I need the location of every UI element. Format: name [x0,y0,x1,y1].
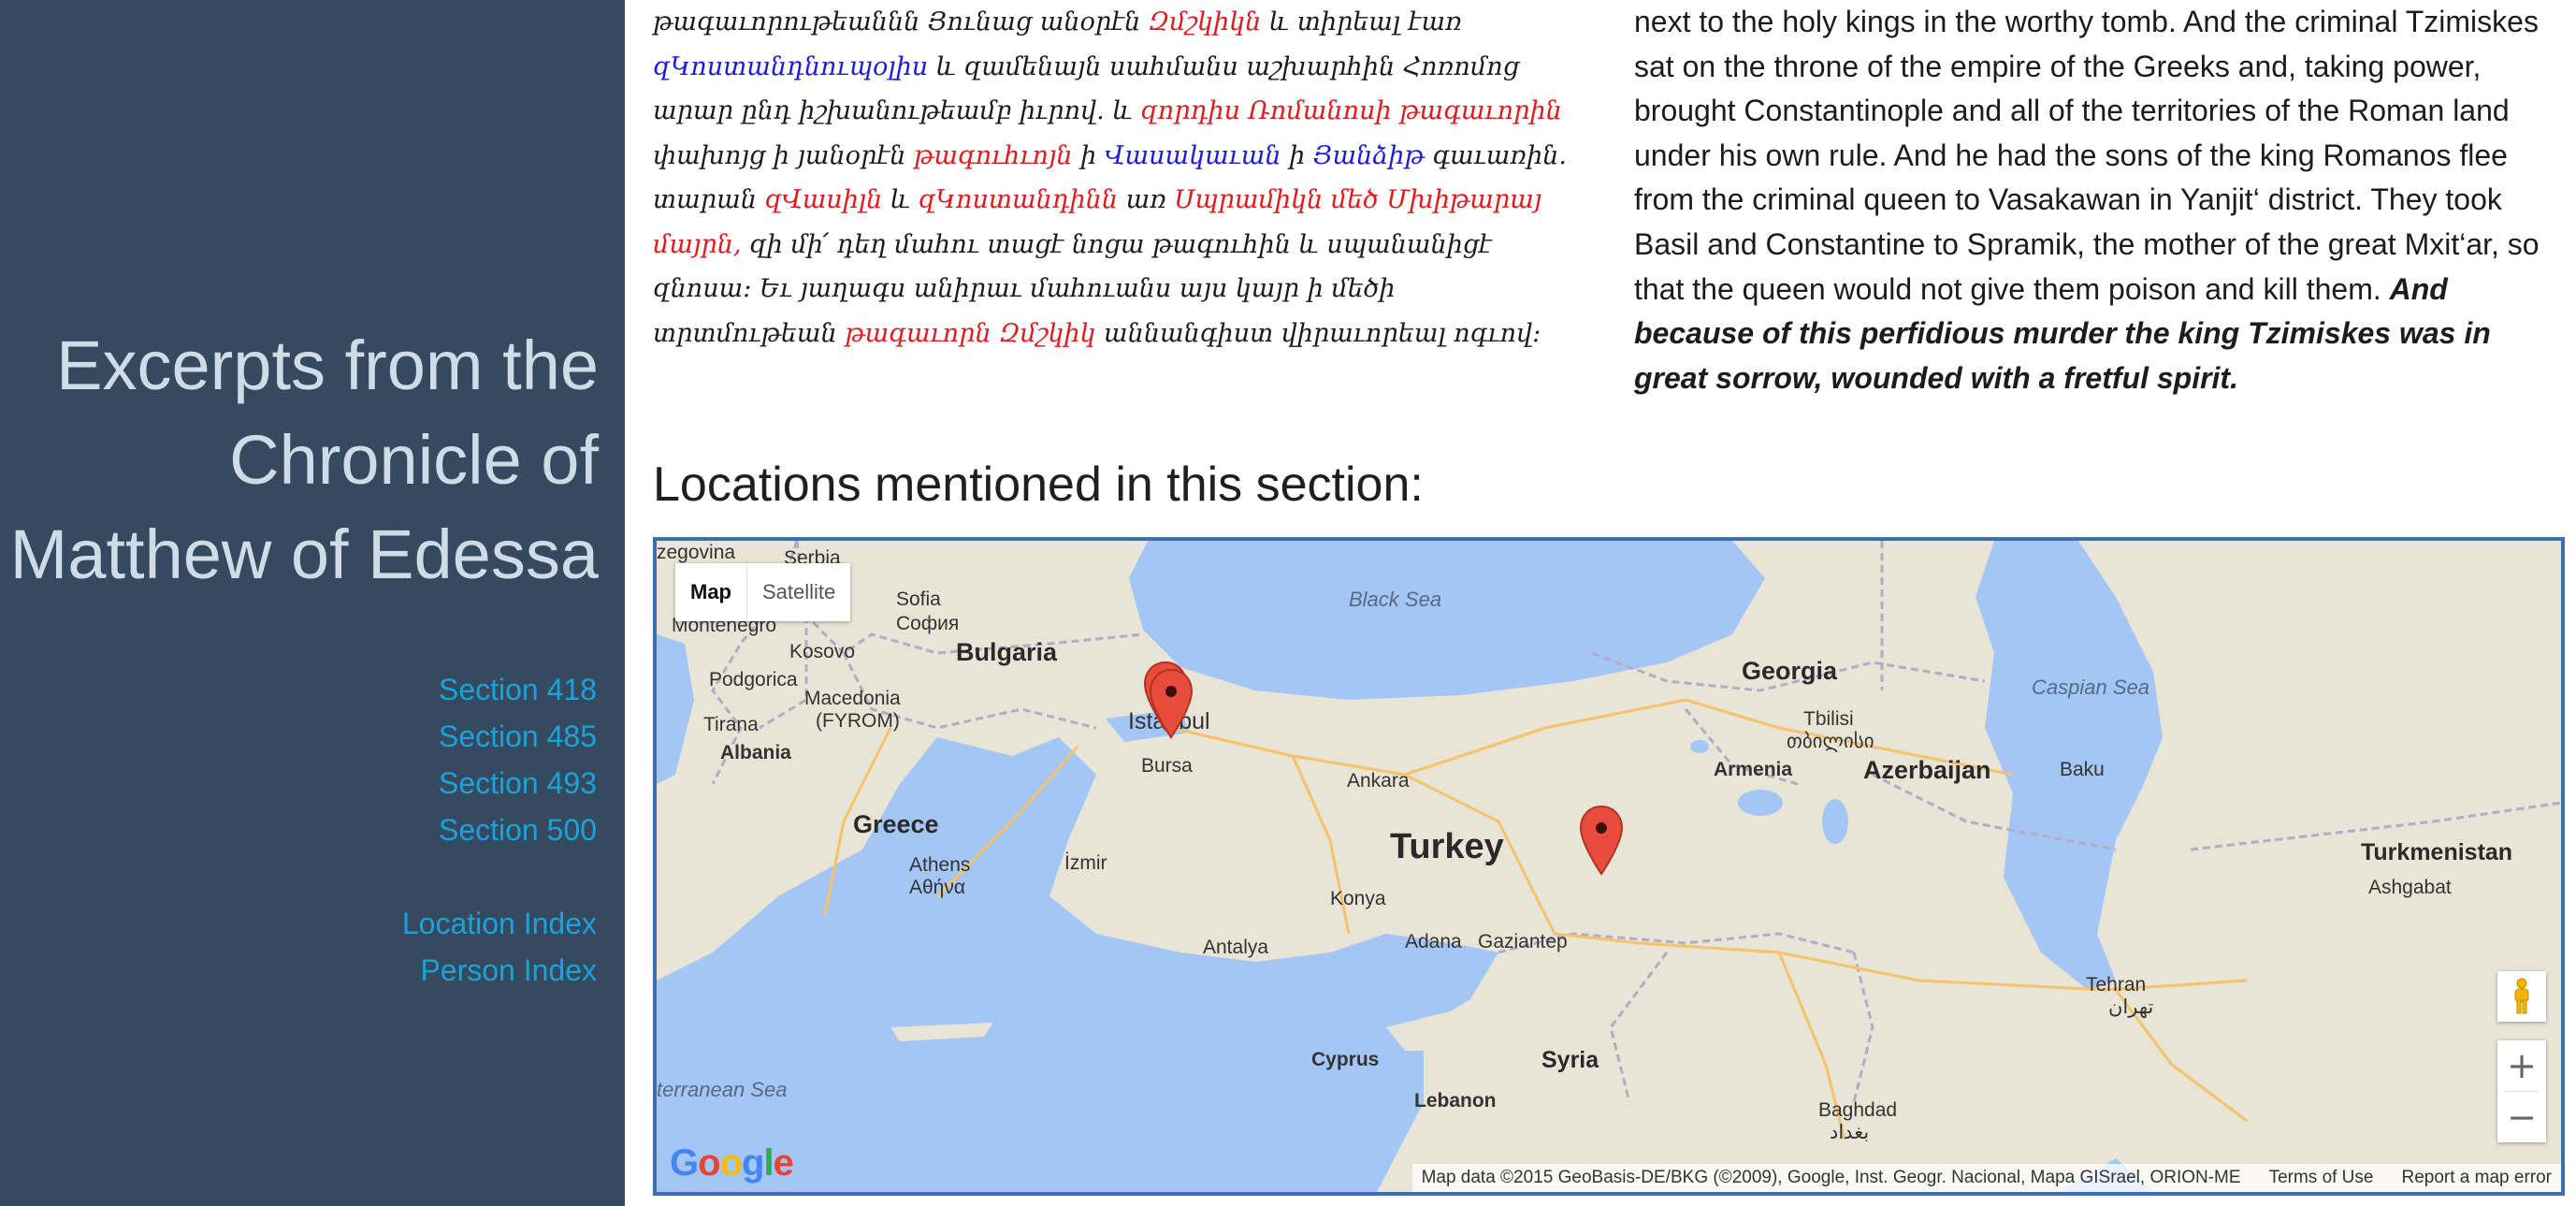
arm-text: առ [1118,185,1175,214]
person-link[interactable]: Զմշկիկն [1149,7,1261,36]
arm-text: թագաւորութեաննն Յունաց անօրէն [653,7,1149,36]
map-attribution: Map data ©2015 GeoBasis-DE/BKG (©2009), … [1411,1164,2561,1192]
logo-letter: e [773,1142,794,1184]
nav-section-500[interactable]: Section 500 [439,806,597,853]
logo-letter: o [698,1142,720,1184]
label-greece: Greece [853,810,939,838]
nav-section-493[interactable]: Section 493 [439,760,597,806]
map-marker[interactable] [1149,668,1194,739]
locations-heading: Locations mentioned in this section: [653,458,1424,512]
label-cyprus: Cyprus [1311,1049,1380,1070]
label-mediterranean-sea: terranean Sea [657,1078,788,1101]
section-nav: Section 418 Section 485 Section 493 Sect… [439,666,597,853]
label-lebanon: Lebanon [1414,1090,1497,1112]
label-konya: Konya [1330,888,1386,909]
label-sofia-cyrillic: София [896,613,960,634]
location-link[interactable]: Յանձիթ [1313,141,1425,170]
label-antalya: Antalya [1203,937,1269,958]
lake-van [1738,790,1783,816]
label-adana: Adana [1405,931,1462,952]
person-link[interactable]: թագուհւոյն [914,141,1073,170]
locations-map[interactable]: zegovina Serbia Montenegro Kosovo Podgor… [653,537,2565,1196]
armenian-text: թագաւորութեաննն Յունաց անօրէն Զմշկիկն և … [653,0,1584,356]
map-marker[interactable] [1579,805,1624,876]
nav-section-418[interactable]: Section 418 [439,666,597,713]
label-armenia: Armenia [1714,759,1793,780]
lake-sevan [1690,740,1709,753]
site-title: Excerpts from the Chronicle of Matthew o… [9,327,599,593]
location-link[interactable]: զԿոստանդնուպօլիս [653,52,928,81]
label-bursa: Bursa [1141,755,1193,777]
label-black-sea: Black Sea [1349,588,1442,611]
street-view-pegman[interactable] [2497,971,2546,1022]
map-type-map-button[interactable]: Map [675,563,747,621]
terms-of-use-link[interactable]: Terms of Use [2269,1168,2374,1188]
logo-letter: l [763,1142,774,1184]
label-caspian-sea: Caspian Sea [2032,676,2149,699]
label-izmir: İzmir [1064,852,1107,874]
map-data-credit: Map data ©2015 GeoBasis-DE/BKG (©2009), … [1421,1168,2241,1187]
arm-text: ի [1072,140,1105,170]
label-podgorica: Podgorica [709,669,798,690]
map-type-satellite-button[interactable]: Satellite [747,563,851,621]
logo-letter: G [670,1142,699,1184]
report-map-error-link[interactable]: Report a map error [2401,1168,2552,1188]
label-kosovo: Kosovo [789,641,856,662]
label-baghdad: Baghdad [1818,1099,1898,1121]
english-translation: next to the holy kings in the worthy tom… [1634,0,2562,400]
english-text: next to the holy kings in the worthy tom… [1634,5,2540,306]
label-sofia: Sofia [896,588,941,610]
label-tehran: Tehran [2086,974,2147,995]
label-macedonia: Macedonia [804,688,901,709]
label-tbilisi-georgian: თბილისი [1787,731,1874,752]
label-zegovina: zegovina [657,542,736,563]
arm-text: և տիրեալ էառ [1261,7,1462,36]
sidebar: Excerpts from the Chronicle of Matthew o… [0,0,625,1206]
label-athens: Athens [909,854,971,876]
label-gaziantep: Gaziantep [1478,931,1568,952]
label-albania: Albania [720,742,791,763]
zoom-out-button[interactable]: − [2497,1092,2546,1142]
label-azerbaijan: Azerbaijan [1863,756,1991,784]
lake-urmia [1822,799,1848,844]
logo-letter: o [719,1142,743,1184]
label-fyrom: (FYROM) [816,710,900,732]
location-link[interactable]: Վասակաւան [1105,141,1281,170]
pegman-icon [2514,978,2529,1014]
armenian-paragraph: թագաւորութեաննն Յունաց անօրէն Զմշկիկն և … [653,0,1584,356]
index-nav: Location Index Person Index [402,900,597,994]
label-turkmenistan: Turkmenistan [2361,839,2513,865]
nav-location-index[interactable]: Location Index [402,900,597,947]
arm-text: և [882,185,919,214]
arm-text: փախոյց ի յանօրէն [653,140,914,170]
label-ashgabat: Ashgabat [2368,877,2452,898]
nav-person-index[interactable]: Person Index [402,947,597,994]
zoom-control: + − [2497,1040,2546,1142]
person-link[interactable]: թագաւորն Զմշկիկ [845,319,1095,348]
label-tbilisi: Tbilisi [1803,708,1854,730]
arm-text: աննանգիստ վիրաւորեալ ոգւով: [1095,318,1541,348]
label-athens-greek: Αθήνα [909,877,966,898]
zoom-in-button[interactable]: + [2497,1040,2546,1091]
person-link[interactable]: զՎասիլն [764,185,882,214]
label-tirana: Tirana [703,714,759,735]
label-baghdad-arabic: بغداد [1830,1122,1870,1143]
english-paragraph: next to the holy kings in the worthy tom… [1634,0,2562,400]
label-bulgaria: Bulgaria [956,638,1058,666]
arm-text: ի [1281,140,1313,170]
person-link[interactable]: զորդիս Ռոմանոսի թագաւորին [1140,96,1562,125]
map-type-control: Map Satellite [675,563,851,621]
logo-letter: g [742,1142,764,1184]
label-syria: Syria [1541,1047,1599,1073]
person-link[interactable]: զԿոստանդինն [919,185,1118,214]
google-logo[interactable]: Google [670,1142,794,1184]
label-tehran-persian: تهران [2108,996,2154,1018]
label-turkey: Turkey [1390,827,1504,866]
label-georgia: Georgia [1742,657,1838,685]
label-ankara: Ankara [1347,770,1410,792]
label-baku: Baku [2060,759,2105,780]
nav-section-485[interactable]: Section 485 [439,713,597,760]
